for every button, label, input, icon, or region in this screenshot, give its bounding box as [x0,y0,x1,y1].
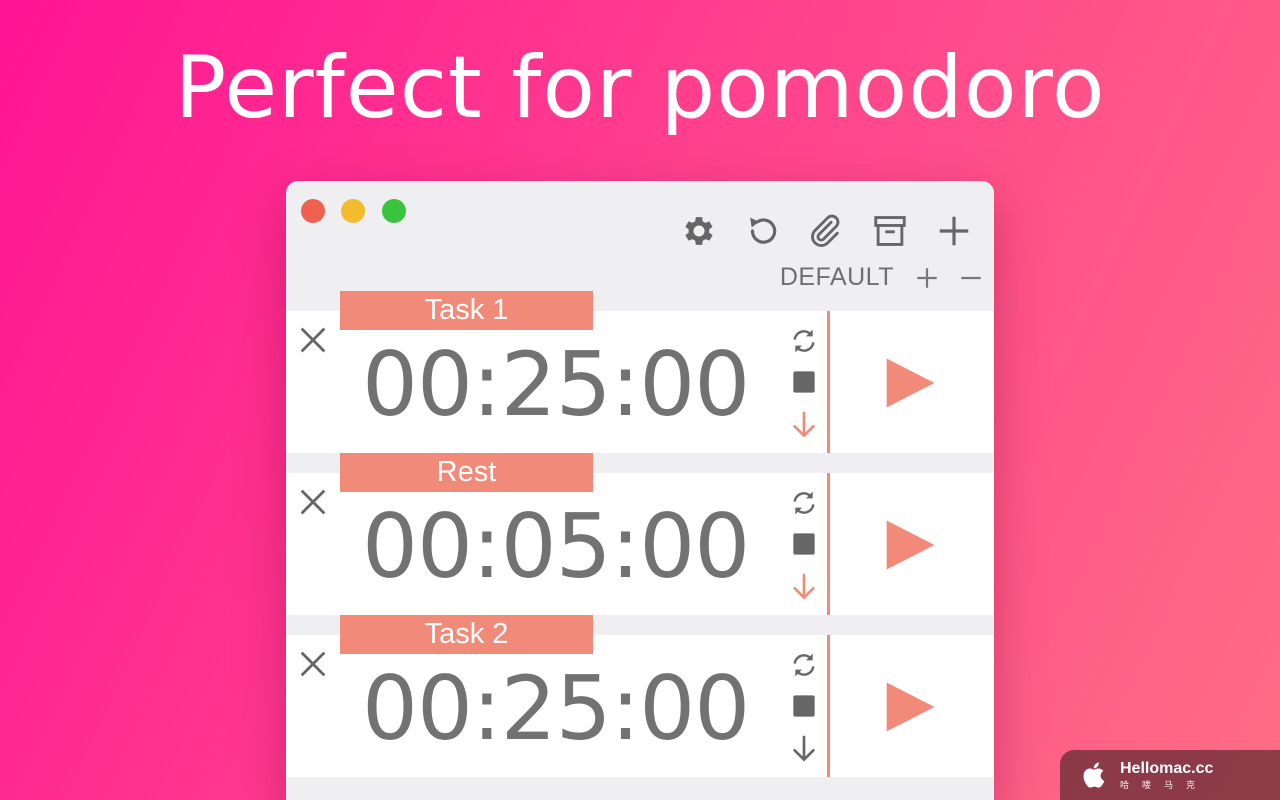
time-display[interactable]: 00:05:00 [362,495,750,598]
add-timer-button[interactable] [932,209,976,253]
play-icon [886,520,935,570]
settings-button[interactable] [677,209,721,253]
move-down-button[interactable] [786,569,822,605]
remove-profile-button[interactable] [956,263,986,293]
watermark-subtitle: 哈喽马克 [1120,779,1209,790]
timer-card: 00:25:00 [286,311,994,453]
reset-icon [750,217,777,244]
watermark: Hellomac.cc 哈喽马克 [1060,750,1280,800]
play-button[interactable] [882,355,938,411]
stop-button[interactable] [786,688,822,724]
arrow-down-icon [793,573,815,600]
stop-icon [793,371,815,393]
play-icon [886,682,935,732]
play-button[interactable] [882,679,938,735]
watermark-title: Hellomac.cc [1120,759,1214,777]
play-button[interactable] [882,517,938,573]
zoom-window-button[interactable] [382,199,406,223]
close-icon [300,651,326,677]
attach-button[interactable] [802,209,846,253]
divider [827,635,830,777]
add-profile-button[interactable] [912,263,942,293]
stop-button[interactable] [786,364,822,400]
repeat-icon [793,653,815,677]
remove-timer-button[interactable] [296,647,330,681]
repeat-icon [793,491,815,515]
time-display[interactable]: 00:25:00 [362,333,750,436]
plus-icon [939,216,969,246]
time-display[interactable]: 00:25:00 [362,657,750,760]
timer-label[interactable]: Rest [340,453,593,492]
remove-timer-button[interactable] [296,485,330,519]
archive-icon [874,216,906,246]
stop-button[interactable] [786,526,822,562]
reset-all-button[interactable] [740,209,784,253]
profile-name[interactable]: DEFAULT [780,263,894,292]
divider [827,473,830,615]
minus-icon [961,276,981,280]
remove-timer-button[interactable] [296,323,330,357]
repeat-button[interactable] [786,323,822,359]
headline: Perfect for pomodoro [174,38,1106,138]
apple-logo-icon [1083,762,1105,788]
play-icon [886,358,935,408]
repeat-button[interactable] [786,485,822,521]
arrow-down-icon [793,411,815,438]
timer-label[interactable]: Task 1 [340,291,593,330]
stop-icon [793,695,815,717]
stop-icon [793,533,815,555]
timer-label[interactable]: Task 2 [340,615,593,654]
close-icon [300,489,326,515]
minimize-window-button[interactable] [341,199,365,223]
archive-button[interactable] [868,209,912,253]
app-window: DEFAULT 00:25:00 Task 1 00:05:00 Rest 00… [286,181,994,800]
repeat-button[interactable] [786,647,822,683]
move-down-button[interactable] [786,731,822,767]
close-icon [300,327,326,353]
repeat-icon [793,329,815,353]
plus-icon [917,268,937,288]
close-window-button[interactable] [301,199,325,223]
paperclip-icon [811,214,840,247]
timer-card: 00:05:00 [286,473,994,615]
divider [827,311,830,453]
move-down-button[interactable] [786,407,822,443]
arrow-down-icon [793,735,815,762]
timer-card: 00:25:00 [286,635,994,777]
gear-icon [685,217,713,245]
